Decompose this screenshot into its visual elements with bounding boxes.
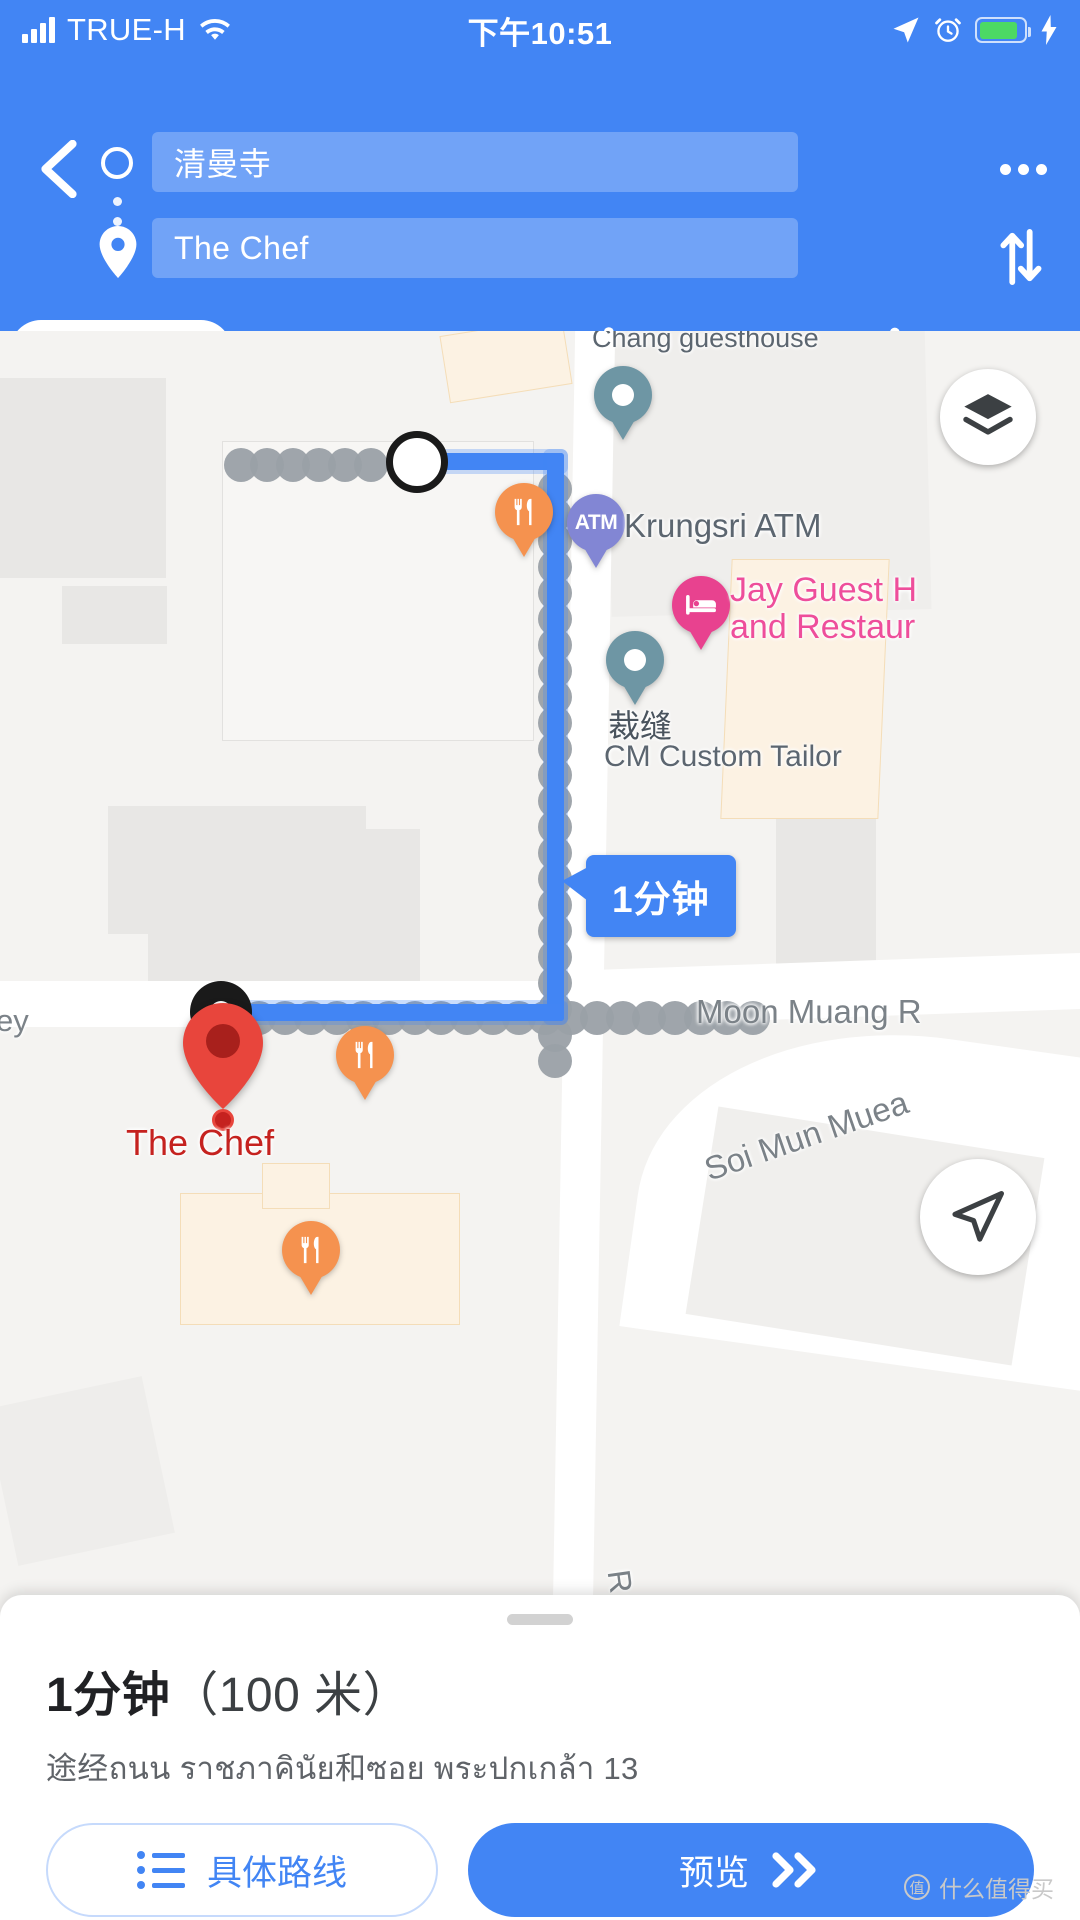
generic-place-icon [624,649,646,671]
watermark-text: 什么值得买 [939,1876,1054,1902]
destination-input[interactable]: The Chef [152,218,798,278]
restaurant-icon [514,498,532,526]
locate-button[interactable] [920,1159,1036,1275]
map-label-tailor-en: CM Custom Tailor [604,740,842,773]
block-shape [0,1376,175,1566]
location-arrow-icon [893,17,919,43]
building-shape [62,586,167,644]
navigation-arrow-icon [952,1190,1005,1242]
route-segment [226,1004,564,1021]
route-segment [547,453,564,1021]
status-bar: TRUE-H 下午10:51 [0,0,1080,60]
poi-shape [262,1163,330,1209]
route-start-node [386,431,448,493]
chevron-left-icon [41,140,77,198]
overflow-menu-button[interactable] [988,138,1058,200]
map-label-moon-muang-road: Moon Muang R [696,993,922,1030]
route-dot-rail [224,448,388,482]
watermark: 值 什么值得买 [904,1870,1054,1904]
status-bar-left: TRUE-H [22,12,540,48]
restaurant-icon [301,1236,319,1264]
dot [1017,163,1029,175]
wifi-icon [199,18,230,40]
building-shape [0,378,166,578]
restaurant-icon [355,1041,373,1069]
atm-pin[interactable]: ATM [567,494,625,552]
restaurant-pin-2[interactable] [336,1026,394,1084]
directions-list-label: 具体路线 [206,1853,347,1893]
battery-icon [975,17,1031,43]
route-distance: （100 米） [170,1669,412,1722]
sheet-action-row: 具体路线 预览 [46,1823,1034,1917]
directions-list-button[interactable]: 具体路线 [46,1823,438,1917]
generic-place-icon [612,384,634,406]
sheet-grabber[interactable] [507,1614,573,1625]
route-duration-callout[interactable]: 1分钟 [562,855,736,937]
swap-route-button[interactable] [988,225,1052,289]
jay-guest-pin[interactable] [672,576,730,634]
route-summary-title: 1分钟（100 米） [46,1655,1080,1725]
map-label-chang-guesthouse: Chang guesthouse [592,331,819,353]
block-shape [222,441,534,741]
destination-pin-icon [98,226,138,283]
preview-label: 预览 [678,1853,749,1893]
layers-button[interactable] [940,369,1036,465]
map-label-road-r: R [600,1567,640,1596]
directions-header: 清曼寺 The Chef 1分钟 [0,60,1080,382]
signal-icon [22,17,55,43]
route-connector-dots [113,197,122,226]
layers-icon [963,394,1013,435]
building-shape [148,829,420,991]
alarm-clock-icon [935,18,961,42]
map-label-destination: The Chef [126,1122,275,1163]
status-bar-right [540,15,1058,45]
route-duration: 1分钟 [46,1669,171,1722]
route-fields: 清曼寺 The Chef [152,132,798,278]
restaurant-pin-3[interactable] [282,1221,340,1279]
map-label-jay-guest-house-2: and Restaur [730,608,916,646]
tailor-pin[interactable] [606,631,664,689]
map-label-jay-guest-house-1: Jay Guest H [730,571,918,609]
origin-dot-icon [101,147,133,179]
dot [1035,163,1047,175]
origin-input[interactable]: 清曼寺 [152,132,798,192]
watermark-logo: 值 [904,1874,930,1900]
list-icon [136,1851,185,1889]
map-label-alley: ey [0,1003,29,1038]
restaurant-pin-1[interactable] [495,483,553,541]
dot [999,163,1011,175]
route-summary-sheet[interactable]: 1分钟（100 米） 途经ถนน ราชภาคินัย和ซอย พระปกเกล… [0,1595,1080,1920]
atm-icon: ATM [574,511,618,534]
double-chevron-right-icon [772,1852,816,1888]
back-button[interactable] [28,138,90,200]
chang-guesthouse-pin[interactable] [594,366,652,424]
map-label-krungsri-atm: Krungsri ATM [624,507,822,544]
poi-shape [439,331,573,404]
route-via-text: 途经ถนน ราชภาคินัย和ซอย พระปกเกล้า 13 [46,1751,639,1786]
charging-bolt-icon [1041,15,1057,45]
carrier-label: TRUE-H [67,12,186,47]
hotel-bed-icon [686,595,716,615]
destination-marker[interactable] [183,1003,263,1109]
swap-vertical-icon [1000,228,1042,286]
